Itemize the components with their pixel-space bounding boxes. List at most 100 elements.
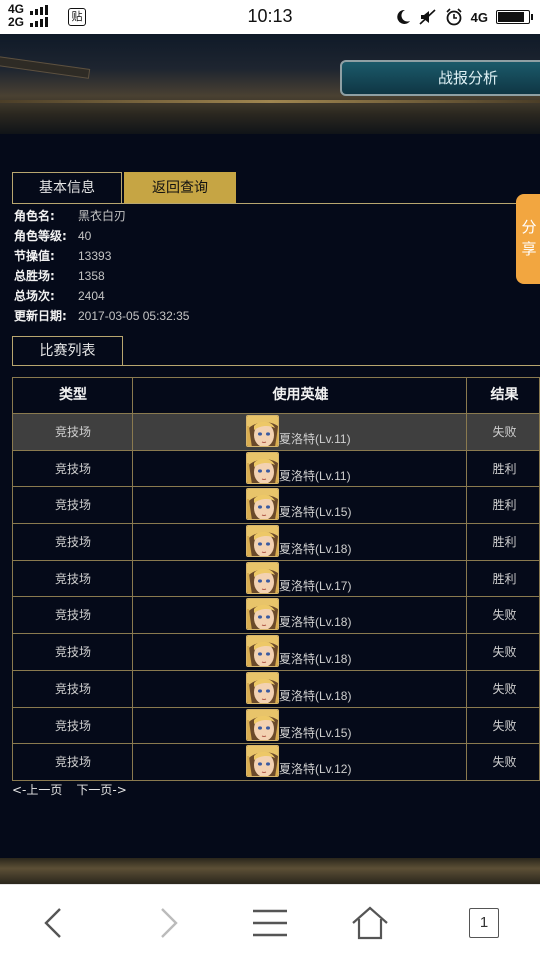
status-bar: 4G 2G 贴 10:13 4G xyxy=(0,0,540,34)
mute-icon xyxy=(419,9,436,25)
column-header-hero: 使用英雄 xyxy=(272,387,329,403)
match-type: 竞技场 xyxy=(54,425,91,439)
pagination: <-上一页 下一页-> xyxy=(12,782,141,798)
tab-battle-analysis[interactable]: 战报分析 xyxy=(340,60,540,96)
share-label: 分享 xyxy=(521,218,537,258)
next-page-link[interactable]: 下一页-> xyxy=(76,783,126,797)
hero-portrait-icon xyxy=(247,709,278,740)
table-body: 竞技场 夏洛特(Lv.11) 失败 竞技场 夏洛特(Lv.11) 胜利 竞技场 夏洛特(Lv.… xyxy=(12,414,540,781)
hero-avatar xyxy=(246,635,279,668)
tab-basic-info[interactable]: 基本信息 xyxy=(12,172,122,204)
match-result: 失败 xyxy=(492,608,517,623)
info-value: 1358 xyxy=(78,269,105,283)
hero-portrait-icon xyxy=(247,489,278,520)
info-label: 更新日期: xyxy=(14,309,67,323)
decorative-footer xyxy=(0,858,540,884)
info-value: 2404 xyxy=(78,289,105,303)
moon-icon xyxy=(396,9,410,24)
info-label: 角色名: xyxy=(14,209,55,223)
hero-name: 夏洛特(Lv.11) xyxy=(279,468,351,483)
alarm-icon xyxy=(446,8,462,26)
match-type: 竞技场 xyxy=(54,571,91,586)
table-row[interactable]: 竞技场 夏洛特(Lv.11) 胜利 xyxy=(12,450,540,488)
info-row: 角色名: 黑衣白刃 xyxy=(14,206,494,226)
hero-portrait-icon xyxy=(247,746,278,777)
match-table: 类型 使用英雄 结果 竞技场 夏洛特(Lv.11) 失败 竞技场 夏洛特(Lv.11) 胜… xyxy=(12,377,540,781)
tab-match-list[interactable]: 比赛列表 xyxy=(12,336,123,366)
hero-avatar xyxy=(246,745,279,778)
hero-name: 夏洛特(Lv.12) xyxy=(279,762,352,777)
decorative-line xyxy=(0,100,540,103)
info-row: 角色等级: 40 xyxy=(14,226,494,246)
hero-name: 夏洛特(Lv.11) xyxy=(279,432,351,446)
table-row[interactable]: 竞技场 夏洛特(Lv.18) 胜利 xyxy=(12,524,540,561)
hero-avatar xyxy=(246,525,279,558)
info-value: 40 xyxy=(78,229,92,243)
hero-avatar xyxy=(246,415,279,447)
hero-portrait-icon xyxy=(247,452,278,483)
table-row[interactable]: 竞技场 夏洛特(Lv.12) 失败 xyxy=(12,744,540,781)
hero-portrait-icon xyxy=(247,599,278,630)
match-result: 失败 xyxy=(492,645,517,660)
match-result: 失败 xyxy=(492,718,517,733)
menu-icon[interactable] xyxy=(250,905,290,941)
info-value: 13393 xyxy=(78,249,112,263)
table-row[interactable]: 竞技场夏洛特(Lv.11) 失败 xyxy=(12,414,540,451)
match-type: 竞技场 xyxy=(54,755,91,770)
match-result: 失败 xyxy=(492,425,517,439)
info-value: 黑衣白刃 xyxy=(78,209,127,223)
hero-portrait-icon xyxy=(247,636,278,667)
hero-name: 夏洛特(Lv.17) xyxy=(279,578,352,593)
hero-name: 夏洛特(Lv.15) xyxy=(279,505,352,520)
match-result: 失败 xyxy=(492,755,517,770)
hero-portrait-icon xyxy=(247,526,278,557)
decorative-bar xyxy=(0,55,91,79)
player-info: 角色名: 黑衣白刃 角色等级: 40 节操值: 13393 总胜场: 1358 总场次: 2404… xyxy=(14,206,494,326)
hero-avatar xyxy=(246,561,279,594)
info-label: 总场次: xyxy=(14,289,55,303)
game-header: 战报分析 xyxy=(0,34,540,134)
table-row[interactable]: 竞技场 夏洛特(Lv.15) 胜利 xyxy=(12,487,540,525)
prev-page-link[interactable]: <-上一页 xyxy=(12,783,62,797)
match-type: 竞技场 xyxy=(54,608,91,623)
table-row[interactable]: 竞技场 夏洛特(Lv.17) 胜利 xyxy=(12,560,540,598)
network-type: 4G xyxy=(470,9,488,25)
main-content: 基本信息 返回查询 角色名: 黑衣白刃 角色等级: 40 节操值: 13393 总胜场: 13… xyxy=(0,134,540,858)
column-header-type: 类型 xyxy=(59,387,87,403)
share-button[interactable]: 分享 xyxy=(516,194,540,284)
tab-back-query[interactable]: 返回查询 xyxy=(124,172,236,204)
match-type: 竞技场 xyxy=(54,461,91,476)
table-row[interactable]: 竞技场 夏洛特(Lv.18) 失败 xyxy=(12,634,540,671)
match-result: 胜利 xyxy=(492,571,517,586)
table-row[interactable]: 竞技场 夏洛特(Lv.18) 失败 xyxy=(12,597,540,635)
tabs-button[interactable]: 1 xyxy=(466,905,506,941)
table-row[interactable]: 竞技场 夏洛特(Lv.15) 失败 xyxy=(12,707,540,745)
home-icon[interactable] xyxy=(350,905,390,941)
hero-name: 夏洛特(Lv.15) xyxy=(279,725,352,740)
hero-avatar xyxy=(246,598,279,631)
divider xyxy=(12,365,540,366)
hero-name: 夏洛特(Lv.18) xyxy=(279,615,352,630)
hero-avatar xyxy=(246,451,279,484)
info-row: 节操值: 13393 xyxy=(14,246,494,266)
divider xyxy=(12,203,540,204)
match-result: 胜利 xyxy=(492,535,517,550)
info-label: 角色等级: xyxy=(14,229,67,243)
table-row[interactable]: 竞技场 夏洛特(Lv.18) 失败 xyxy=(12,670,540,708)
hero-name: 夏洛特(Lv.18) xyxy=(279,688,352,703)
hero-portrait-icon xyxy=(247,562,278,593)
table-header: 类型 使用英雄 结果 xyxy=(12,377,540,414)
info-row: 更新日期: 2017-03-05 05:32:35 xyxy=(14,306,494,326)
hero-name: 夏洛特(Lv.18) xyxy=(279,542,352,557)
back-icon[interactable] xyxy=(34,905,74,941)
match-result: 胜利 xyxy=(492,498,517,513)
forward-icon[interactable] xyxy=(148,905,188,941)
column-header-result: 结果 xyxy=(490,387,519,403)
hero-avatar xyxy=(246,671,279,704)
match-type: 竞技场 xyxy=(54,645,91,660)
match-type: 竞技场 xyxy=(54,535,91,550)
tab-count: 1 xyxy=(469,908,499,938)
info-value: 2017-03-05 05:32:35 xyxy=(78,309,190,323)
info-label: 总胜场: xyxy=(14,269,55,283)
match-result: 失败 xyxy=(492,681,517,696)
